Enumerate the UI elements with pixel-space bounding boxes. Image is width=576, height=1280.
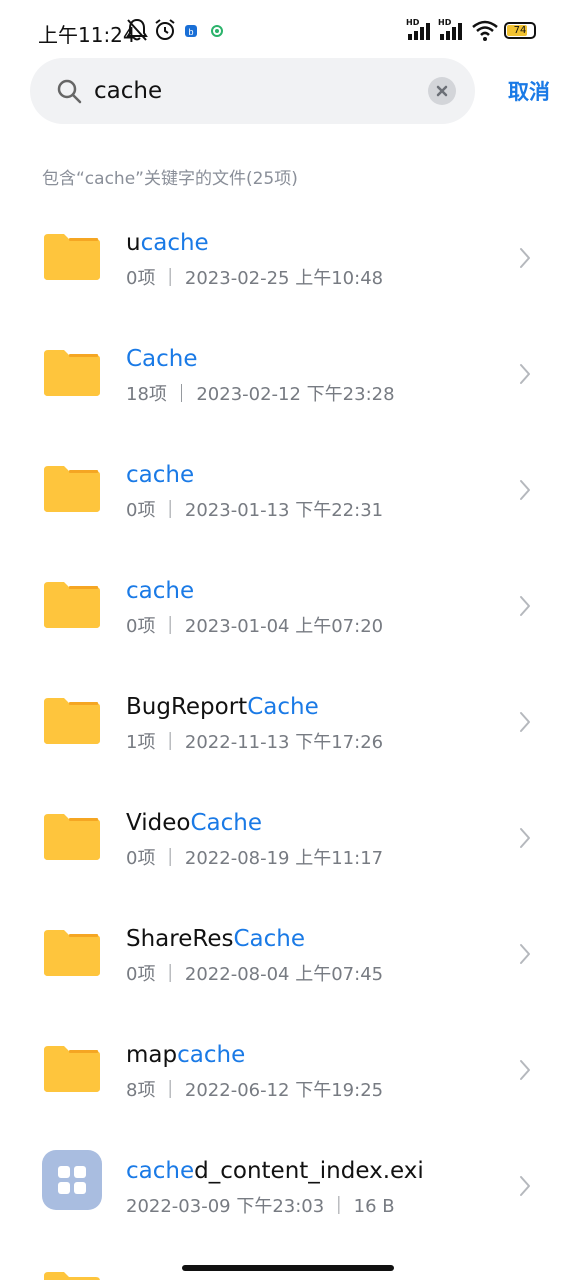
item-name: Cache [126, 346, 198, 372]
name-suffix: d_content_index.exi [194, 1158, 424, 1184]
folder-icon [44, 234, 100, 280]
name-match-highlight: Cache [190, 810, 262, 836]
item-meta: 0项 ｜ 2022-08-04 上午07:45 [126, 964, 384, 985]
chevron-right-icon [520, 596, 530, 616]
close-icon [436, 85, 448, 97]
folder-icon [44, 582, 100, 628]
name-match-highlight: Cache [126, 346, 198, 372]
item-name: VideoCache [126, 810, 262, 836]
folder-list-item[interactable]: mapcache 8项 ｜ 2022-06-12 下午19:25 [0, 1012, 576, 1128]
item-name: BugReportCache [126, 694, 319, 720]
folder-icon [44, 1272, 100, 1280]
item-meta: 0项 ｜ 2022-08-19 上午11:17 [126, 848, 384, 869]
name-prefix: u [126, 230, 141, 256]
item-meta: 1项 ｜ 2022-11-13 下午17:26 [126, 732, 384, 753]
folder-list-item[interactable]: cache 0项 ｜ 2023-01-13 下午22:31 [0, 432, 576, 548]
status-time: 上午11:24 [38, 23, 136, 47]
clear-search-button[interactable] [428, 77, 456, 105]
battery-level: 74 [513, 25, 527, 36]
chevron-right-icon [520, 248, 530, 268]
svg-text:b: b [188, 27, 193, 37]
folder-list-item[interactable]: BugReportCache 1项 ｜ 2022-11-13 下午17:26 [0, 664, 576, 780]
chevron-right-icon [520, 712, 530, 732]
alarm-icon [155, 19, 175, 40]
chevron-right-icon [520, 828, 530, 848]
folder-list-item[interactable]: VideoCache 0项 ｜ 2022-08-19 上午11:17 [0, 780, 576, 896]
search-bar[interactable] [30, 58, 475, 124]
folder-list-item[interactable]: Cache 18项 ｜ 2023-02-12 下午23:28 [0, 316, 576, 432]
name-match-highlight: cache [140, 230, 209, 256]
folder-icon [44, 466, 100, 512]
app-notification-icon: b [185, 25, 197, 37]
chevron-right-icon [520, 1176, 530, 1196]
chevron-right-icon [520, 364, 530, 384]
grid-icon [58, 1166, 86, 1194]
folder-list-item[interactable]: ShareResCache 0项 ｜ 2022-08-04 上午07:45 [0, 896, 576, 1012]
chevron-right-icon [520, 944, 530, 964]
folder-list-item[interactable]: ucache 0项 ｜ 2023-02-25 上午10:48 [0, 200, 576, 316]
name-prefix: Video [126, 810, 191, 836]
name-match-highlight: cache [177, 1042, 246, 1068]
mute-bell-icon [126, 18, 148, 41]
item-name: ucache [126, 230, 209, 256]
item-meta: 0项 ｜ 2023-01-04 上午07:20 [126, 616, 384, 637]
folder-icon [44, 1046, 100, 1092]
folder-icon [44, 814, 100, 860]
battery-icon: 74 [504, 22, 536, 39]
name-match-highlight: Cache [247, 694, 319, 720]
item-meta: 2022-03-09 下午23:03 ｜ 16 B [126, 1196, 395, 1217]
item-name: ShareResCache [126, 926, 305, 952]
name-match-highlight: cache [126, 578, 195, 604]
name-prefix: map [126, 1042, 178, 1068]
wifi-icon [472, 20, 498, 41]
search-icon [57, 79, 82, 104]
name-prefix: BugReport [126, 694, 248, 720]
name-match-highlight: cache [126, 1158, 195, 1184]
item-name: cache [126, 578, 194, 604]
chevron-right-icon [520, 1060, 530, 1080]
item-meta: 0项 ｜ 2023-01-13 下午22:31 [126, 500, 384, 521]
sync-app-icon [211, 25, 223, 37]
file-icon [42, 1150, 102, 1210]
name-match-highlight: Cache [233, 926, 305, 952]
folder-icon [44, 698, 100, 744]
name-prefix: ShareRes [126, 926, 234, 952]
search-input[interactable] [94, 70, 414, 112]
item-meta: 0项 ｜ 2023-02-25 上午10:48 [126, 268, 384, 289]
folder-icon [44, 930, 100, 976]
file-list-item[interactable]: cached_content_index.exi 2022-03-09 下午23… [0, 1128, 576, 1244]
item-name: cached_content_index.exi [126, 1158, 424, 1184]
result-count-header: 包含“cache”关键字的文件(25项) [42, 169, 298, 189]
chevron-right-icon [520, 480, 530, 500]
status-bar: 上午11:24 b HD HD 74 [0, 0, 576, 60]
folder-icon [44, 350, 100, 396]
item-name: mapcache [126, 1042, 245, 1068]
home-indicator[interactable] [182, 1265, 394, 1271]
name-match-highlight: cache [126, 462, 195, 488]
cancel-button[interactable]: 取消 [508, 76, 550, 106]
item-name: cache [126, 462, 194, 488]
item-meta: 18项 ｜ 2023-02-12 下午23:28 [126, 384, 395, 405]
folder-list-item[interactable]: cache 0项 ｜ 2023-01-04 上午07:20 [0, 548, 576, 664]
item-meta: 8项 ｜ 2022-06-12 下午19:25 [126, 1080, 384, 1101]
